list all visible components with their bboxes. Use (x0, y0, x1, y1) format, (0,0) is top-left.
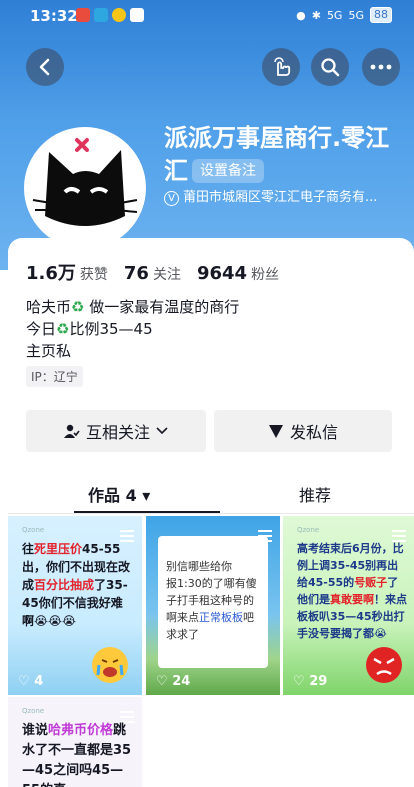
tile-likes-count: 4 (34, 674, 44, 689)
angry-emoji-icon (366, 647, 402, 683)
heart-icon: ♡ (293, 674, 305, 689)
video-tile[interactable]: Qzone 往死里压价45-55出，你们不出现在改成百分比抽成了35-45你们不… (8, 516, 142, 695)
tile-note-line: 报1:30的了哪有傻 (166, 577, 257, 590)
recycle-icon: ♻ (71, 298, 85, 316)
set-remark-button[interactable]: 设置备注 (192, 159, 264, 183)
status-app-icons (76, 8, 144, 22)
tab-recommend[interactable]: 推荐 (299, 482, 331, 506)
bio-line: 哈夫币♻ 做一家最有温度的商行 (26, 296, 239, 318)
bio-text: 做一家最有温度的商行 (84, 298, 240, 316)
send-plane-icon (268, 425, 283, 438)
tile-text-part: 哈弗币价格 (48, 723, 114, 738)
profile-stats: 1.6万 获赞 76 关注 9644 粉丝 (26, 259, 279, 285)
stat-likes[interactable]: 1.6万 获赞 (26, 259, 108, 285)
back-arrow-icon (39, 58, 50, 76)
stat-following-label: 关注 (152, 267, 181, 283)
bio-text: 今日 (26, 320, 57, 338)
more-button[interactable] (362, 48, 400, 86)
profile-bio: 哈夫币♻ 做一家最有温度的商行 今日♻比例35—45 主页私 (26, 296, 239, 362)
tile-text-part: 号贩子 (354, 576, 388, 589)
search-button[interactable] (311, 48, 349, 86)
tile-note-line: 求求了 (166, 628, 199, 641)
bluetooth-icon: ✱ (311, 8, 321, 22)
search-icon (321, 58, 340, 77)
verified-icon: V (164, 191, 179, 206)
send-message-button[interactable]: 发私信 (214, 410, 392, 452)
tile-note-part: 正常板板 (199, 611, 243, 624)
stat-likes-label: 获赞 (79, 267, 108, 283)
battery-indicator: 88 (370, 7, 392, 23)
tile-text-part: 往 (22, 542, 35, 556)
tile-text-part: 谁说 (22, 723, 49, 738)
stat-likes-number: 1.6万 (26, 263, 76, 284)
status-time: 13:32 (30, 7, 78, 25)
send-message-label: 发私信 (289, 423, 338, 442)
stat-followers-label: 粉丝 (251, 267, 280, 283)
tile-text-part: 死里压价 (34, 542, 83, 556)
pointer-hand-icon (274, 57, 291, 76)
tile-note-part: 啊来点 (166, 611, 199, 624)
tile-text-part: 百分比抽成 (34, 578, 95, 592)
heart-icon: ♡ (18, 674, 30, 689)
tile-note-part: 吧 (243, 611, 254, 624)
verification-text: 莆田市城厢区零江汇电子商务有... (183, 190, 378, 205)
stat-following-number: 76 (123, 263, 149, 284)
tile-likes: ♡ 29 (293, 674, 327, 689)
stat-following[interactable]: 76 关注 (124, 263, 181, 284)
user-check-icon (63, 424, 80, 438)
mutual-follow-label: 互相关注 (85, 423, 150, 442)
more-icon (370, 64, 392, 70)
signal-1: 5G (326, 8, 343, 22)
black-cat-avatar-image (32, 138, 138, 226)
ip-location-badge: IP：辽宁 (26, 366, 83, 387)
tile-text: 往死里压价45-55出，你们不出现在改成百分比抽成了35-45你们不信我好难啊😭… (22, 540, 134, 630)
tile-watermark: Qzone (297, 526, 320, 534)
stat-followers-number: 9644 (196, 263, 248, 284)
tile-note-card: 别信哪些给你 报1:30的了哪有傻 子打手租这种号的 啊来点正常板板吧 求求了 (158, 536, 268, 668)
video-tile[interactable]: 别信哪些给你 报1:30的了哪有傻 子打手租这种号的 啊来点正常板板吧 求求了 … (146, 516, 280, 695)
chevron-down-icon (156, 427, 168, 435)
app-notification-icon (112, 8, 126, 22)
tile-text-part: 真敢要啊 (330, 593, 374, 606)
tile-likes-count: 29 (309, 674, 328, 689)
profile-tabs: 作品 4 ▾ 推荐 (8, 472, 414, 514)
bio-text: 比例35—45 (69, 320, 153, 338)
tile-note-line: 别信哪些给你 (166, 560, 232, 573)
profile-name: 派派万事屋商行.零江汇 设置备注 (164, 122, 404, 188)
active-tab-indicator (74, 511, 220, 513)
location-icon: ● (296, 8, 306, 22)
tile-likes: ♡ 24 (156, 674, 190, 689)
bio-line: 主页私 (26, 342, 72, 360)
video-tile[interactable]: Qzone 谁说哈弗币价格跳水了不一直都是35—45之间吗45—55的真 (8, 697, 142, 787)
signal-2: 5G (348, 8, 364, 22)
enterprise-verification[interactable]: V 莆田市城厢区零江汇电子商务有... (164, 186, 377, 206)
heart-icon: ♡ (156, 674, 168, 689)
tile-text: 高考结束后6月份，比例上调35-45别再出给45-55的号贩子了他们是真敢要啊！… (297, 540, 409, 642)
telegram-icon (94, 8, 108, 22)
tab-works[interactable]: 作品 4 ▾ (88, 482, 150, 506)
bio-line: 今日♻比例35—45 (26, 318, 239, 340)
tap-button[interactable] (262, 48, 300, 86)
back-button[interactable] (26, 48, 64, 86)
tile-watermark: Qzone (22, 707, 45, 715)
tile-likes: ♡ 4 (18, 674, 43, 689)
app-notification-icon (76, 8, 90, 22)
tile-likes-count: 24 (172, 674, 191, 689)
tile-note-line: 啊来点正常板板吧 (166, 609, 262, 626)
tile-text: 谁说哈弗币价格跳水了不一直都是35—45之间吗45—55的真 (22, 721, 134, 787)
status-indicators: ● ✱ 5G 5G 88 (296, 7, 392, 23)
crying-emoji-icon (92, 647, 128, 683)
avatar[interactable] (24, 127, 146, 249)
recycle-icon: ♻ (56, 320, 70, 338)
tile-note-line: 子打手租这种号的 (166, 594, 254, 607)
bio-text: 哈夫币 (26, 298, 72, 316)
mutual-follow-button[interactable]: 互相关注 (26, 410, 206, 452)
tile-watermark: Qzone (22, 526, 45, 534)
stat-followers[interactable]: 9644 粉丝 (197, 263, 279, 284)
tab-works-label: 作品 4 (88, 486, 137, 505)
status-bar: 13:32 ● ✱ 5G 5G 88 (0, 0, 414, 32)
video-tile[interactable]: Qzone 高考结束后6月份，比例上调35-45别再出给45-55的号贩子了他们… (283, 516, 414, 695)
app-notification-icon (130, 8, 144, 22)
